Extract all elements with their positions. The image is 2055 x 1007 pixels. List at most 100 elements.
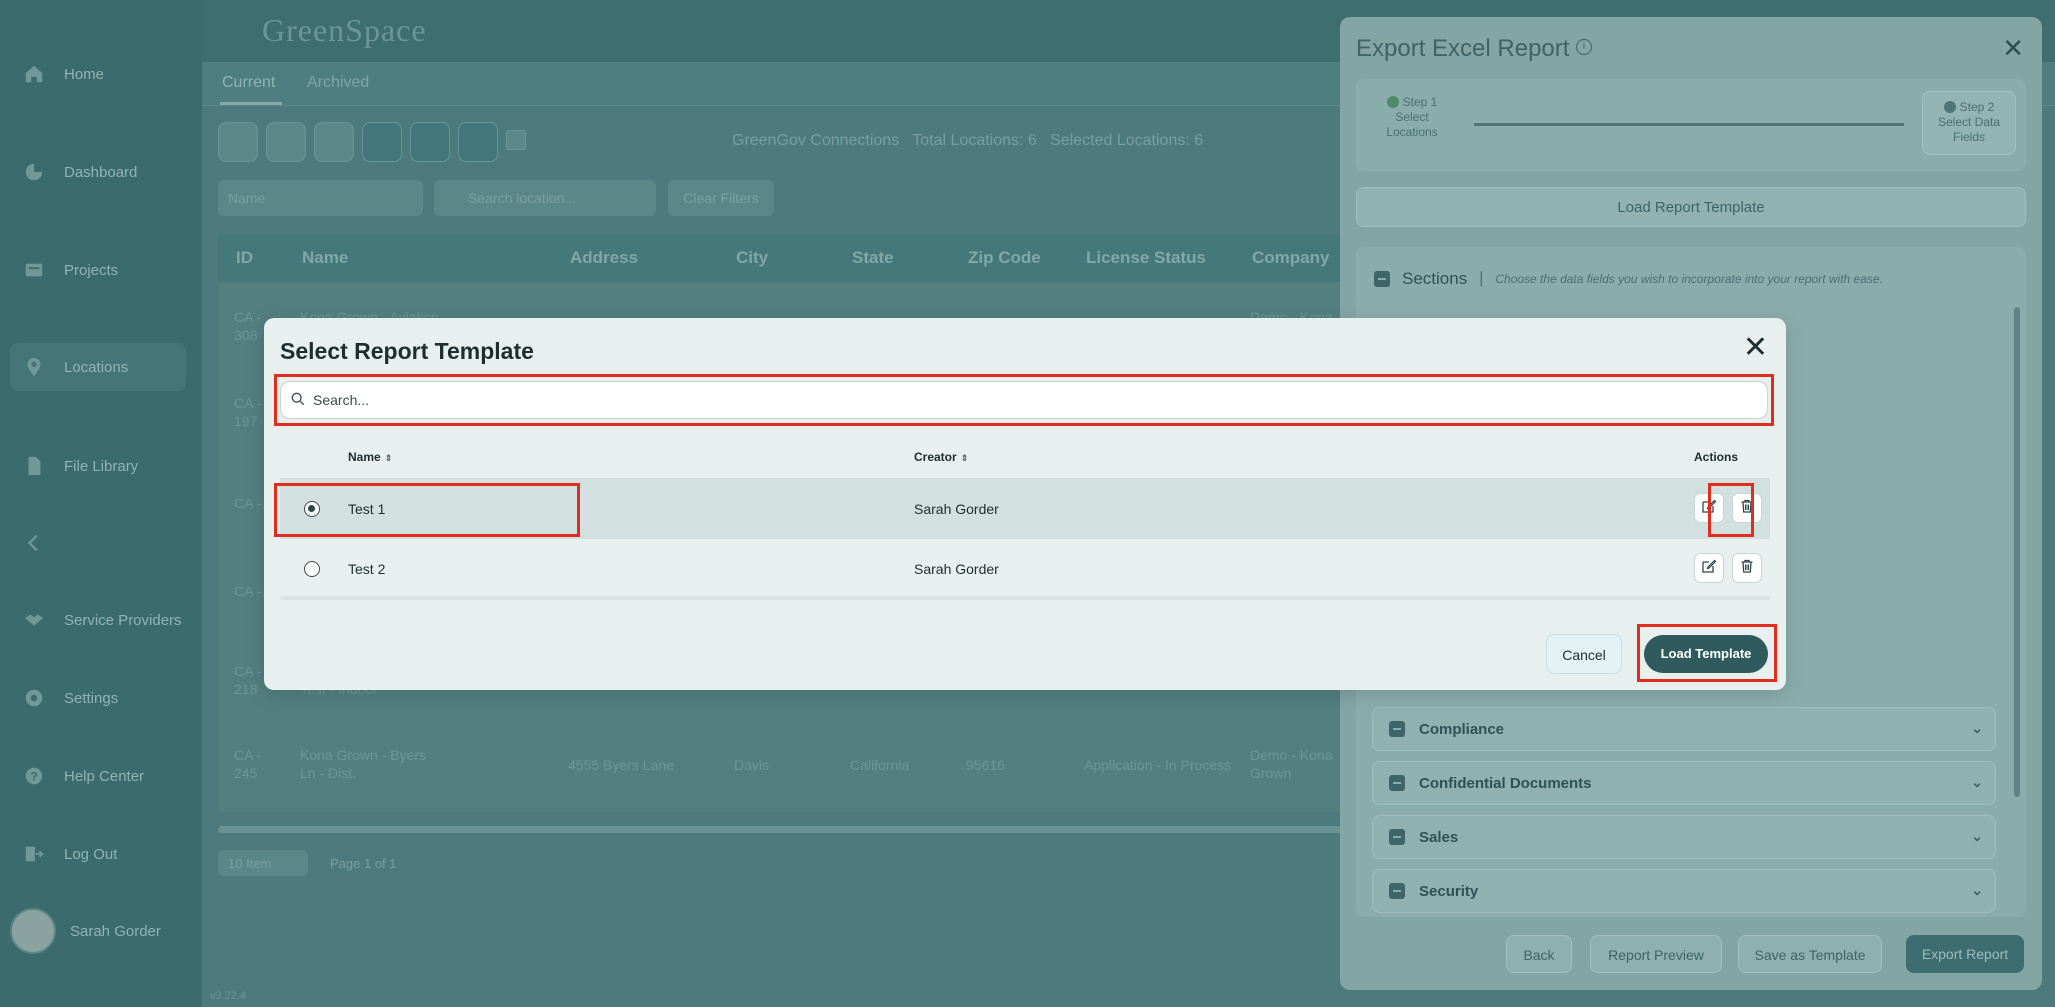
- greengov-label: GreenGov Connections: [732, 132, 900, 149]
- section-label: Confidential Documents: [1419, 774, 1592, 792]
- column-header[interactable]: Name: [302, 248, 348, 268]
- section-row-confidential-documents[interactable]: Confidential Documents ⌄: [1372, 761, 1996, 805]
- sort-icon[interactable]: ⇕: [385, 453, 393, 463]
- column-label: Name: [348, 450, 381, 464]
- section-label: Sales: [1419, 828, 1459, 846]
- table-row[interactable]: Test 1 Sarah Gorder: [280, 478, 1770, 538]
- step-2[interactable]: Step 2 Select Data Fields: [1922, 91, 2016, 155]
- column-header-name[interactable]: Name ⇕: [348, 450, 392, 464]
- search-highlight: [274, 374, 1774, 426]
- sort-select[interactable]: Name: [218, 180, 423, 216]
- file-icon: [22, 454, 46, 478]
- column-label: Creator: [914, 450, 957, 464]
- back-button[interactable]: Back: [1506, 935, 1572, 973]
- locations-table-header: ID Name Address City State Zip Code Lice…: [218, 234, 1418, 282]
- trash-icon: [1739, 558, 1755, 579]
- column-header[interactable]: Address: [570, 248, 638, 268]
- logout-icon: [22, 842, 46, 866]
- page-size-select[interactable]: 10 Item: [218, 850, 308, 876]
- sidebar-item-help-center[interactable]: ? Help Center: [22, 764, 144, 788]
- sidebar-item-home[interactable]: Home: [22, 62, 104, 86]
- collapse-all-icon[interactable]: [1374, 271, 1390, 287]
- column-header[interactable]: City: [736, 248, 768, 268]
- tab-archived[interactable]: Archived: [307, 74, 369, 92]
- column-header-creator[interactable]: Creator ⇕: [914, 450, 968, 464]
- sidebar-item-settings[interactable]: Settings: [22, 686, 118, 710]
- user-profile[interactable]: Sarah Gorder: [10, 908, 161, 954]
- delete-template-button[interactable]: [1732, 553, 1762, 583]
- chevron-down-icon[interactable]: ⌄: [1971, 882, 1983, 899]
- chevron-down-icon[interactable]: ⌄: [1971, 774, 1983, 791]
- edit-icon: [1701, 498, 1717, 519]
- trash-icon: [1739, 498, 1755, 519]
- report-preview-button[interactable]: Report Preview: [1590, 935, 1722, 973]
- clear-filters-button[interactable]: Clear Filters: [668, 180, 774, 216]
- load-template-button[interactable]: Load Template: [1644, 635, 1768, 673]
- export-button[interactable]: [458, 122, 498, 162]
- column-header[interactable]: License Status: [1086, 248, 1206, 268]
- table-row[interactable]: Test 2 Sarah Gorder: [280, 538, 1770, 598]
- selected-locations-label: Selected Locations:: [1050, 132, 1190, 149]
- save-as-template-button[interactable]: Save as Template: [1738, 935, 1882, 973]
- selected-locations-value: 6: [1194, 132, 1204, 149]
- sidebar-item-file-library[interactable]: File Library: [22, 454, 138, 478]
- close-icon[interactable]: ✕: [2002, 33, 2024, 64]
- step-progress-line: [1474, 123, 1904, 126]
- template-creator: Sarah Gorder: [914, 561, 999, 577]
- projects-icon: [22, 258, 46, 282]
- sidebar-item-locations[interactable]: Locations: [10, 343, 186, 391]
- gear-icon: [22, 686, 46, 710]
- toolbar-button-2[interactable]: [266, 122, 306, 162]
- sections-scrollbar[interactable]: [2014, 307, 2020, 797]
- step-dot-icon: [1943, 101, 1956, 113]
- section-row-compliance[interactable]: Compliance ⌄: [1372, 707, 1996, 751]
- svg-text:?: ?: [30, 770, 37, 784]
- step-1[interactable]: Step 1 Select Locations: [1370, 95, 1454, 140]
- sidebar-item-label: Log Out: [64, 845, 118, 863]
- section-row-security[interactable]: Security ⌄: [1372, 869, 1996, 913]
- chevron-down-icon[interactable]: ⌄: [1971, 828, 1983, 845]
- section-row-sales[interactable]: Sales ⌄: [1372, 815, 1996, 859]
- template-radio[interactable]: [304, 501, 320, 517]
- template-radio[interactable]: [304, 561, 320, 577]
- pause-button[interactable]: [362, 122, 402, 162]
- toggle-icon[interactable]: [1389, 721, 1405, 737]
- column-header[interactable]: Zip Code: [968, 248, 1041, 268]
- sidebar-item-log-out[interactable]: Log Out: [22, 842, 117, 866]
- active-tab-indicator: [220, 102, 282, 105]
- sidebar-item-service-providers[interactable]: Service Providers: [22, 608, 182, 632]
- tab-current[interactable]: Current: [222, 74, 275, 92]
- sort-icon[interactable]: ⇕: [961, 453, 969, 463]
- sidebar-item-projects[interactable]: Projects: [22, 258, 118, 282]
- help-icon: ?: [22, 764, 46, 788]
- collapse-sidebar-button[interactable]: [22, 531, 46, 555]
- toggle-icon[interactable]: [1389, 883, 1405, 899]
- toggle-icon[interactable]: [1389, 829, 1405, 845]
- info-icon[interactable]: i: [1576, 39, 1592, 55]
- edit-template-button[interactable]: [1694, 493, 1724, 523]
- filter-button[interactable]: [410, 122, 450, 162]
- cancel-button[interactable]: Cancel: [1546, 634, 1622, 674]
- toolbar-button-1[interactable]: [218, 122, 258, 162]
- close-icon[interactable]: ✕: [1743, 330, 1768, 365]
- step-sub: Select Locations: [1386, 110, 1438, 139]
- delete-template-button[interactable]: [1732, 493, 1762, 523]
- step-2-text: Step 2 Select Data Fields: [1929, 100, 2009, 145]
- table-horizontal-scrollbar[interactable]: [218, 826, 1418, 833]
- sidebar-item-label: Settings: [64, 689, 119, 707]
- column-header-actions: Actions: [1694, 450, 1739, 464]
- column-header[interactable]: ID: [236, 248, 253, 268]
- template-name: Test 1: [348, 501, 386, 517]
- greengov-checkbox[interactable]: [506, 130, 526, 150]
- edit-template-button[interactable]: [1694, 553, 1724, 583]
- export-report-button[interactable]: Export Report: [1906, 935, 2024, 973]
- load-report-template-button[interactable]: Load Report Template: [1356, 187, 2026, 227]
- location-search-input[interactable]: Search location...: [434, 180, 656, 216]
- sidebar-item-dashboard[interactable]: Dashboard: [22, 160, 137, 184]
- chevron-down-icon[interactable]: ⌄: [1971, 720, 1983, 737]
- column-header[interactable]: Company: [1252, 248, 1329, 268]
- toolbar-button-3[interactable]: [314, 122, 354, 162]
- template-name: Test 2: [348, 561, 386, 577]
- toggle-icon[interactable]: [1389, 775, 1405, 791]
- column-header[interactable]: State: [852, 248, 894, 268]
